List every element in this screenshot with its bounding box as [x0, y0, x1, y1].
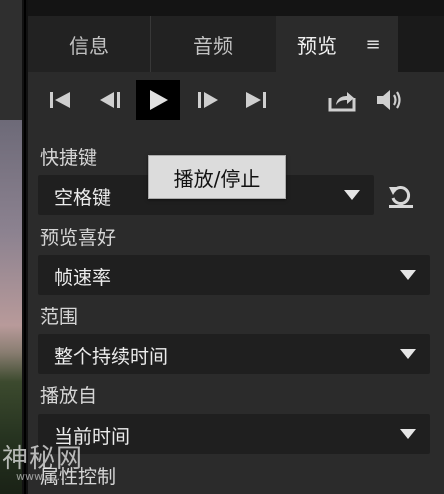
preview-preference-select[interactable]: 帧速率	[38, 255, 430, 295]
shortcut-value: 空格键	[54, 187, 112, 209]
watermark-subtext: www.……	[16, 470, 68, 483]
step-forward-button[interactable]	[188, 80, 228, 120]
shortcut-label: 快捷键	[40, 147, 98, 169]
play-button[interactable]	[136, 80, 180, 120]
export-button[interactable]	[322, 80, 362, 120]
range-select[interactable]: 整个持续时间	[38, 334, 430, 374]
range-label: 范围	[40, 306, 79, 328]
chevron-down-icon	[400, 270, 416, 280]
preview-preference-label: 预览喜好	[40, 227, 117, 249]
chevron-down-icon	[344, 190, 360, 200]
reset-icon	[389, 186, 413, 208]
panel-divider-line	[24, 0, 26, 494]
hamburger-menu-icon[interactable]: ≡	[364, 32, 382, 56]
go-to-start-icon	[50, 92, 70, 108]
tab-audio[interactable]: 音频	[150, 16, 277, 72]
range-value: 整个持续时间	[54, 346, 169, 368]
preview-preference-value: 帧速率	[54, 267, 112, 289]
tab-audio-label: 音频	[193, 33, 233, 58]
chevron-down-icon	[400, 429, 416, 439]
play-icon	[150, 90, 168, 110]
left-panel	[0, 0, 28, 494]
panel-top-edge	[28, 0, 444, 16]
play-from-label: 播放自	[40, 385, 98, 407]
step-back-icon	[100, 92, 120, 108]
volume-icon	[377, 90, 401, 110]
preview-panel: 信息 音频 预览 ≡ 快捷键 空格键 预览喜好 帧速率 范围 整个持续时间 播放…	[28, 0, 444, 494]
go-to-end-button[interactable]	[236, 80, 276, 120]
chevron-down-icon	[400, 349, 416, 359]
step-back-button[interactable]	[90, 80, 130, 120]
tab-info-label: 信息	[69, 33, 109, 58]
step-forward-icon	[198, 92, 218, 108]
volume-button[interactable]	[370, 80, 410, 120]
tab-preview-label: 预览	[297, 33, 337, 58]
tab-bar-empty-area	[398, 16, 444, 72]
tab-bar: 信息 音频 预览 ≡	[28, 16, 444, 72]
reset-shortcut-button[interactable]	[386, 178, 416, 212]
play-from-select[interactable]: 当前时间	[38, 414, 430, 454]
go-to-start-button[interactable]	[40, 80, 80, 120]
play-stop-tooltip: 播放/停止	[148, 155, 286, 199]
go-to-end-icon	[246, 92, 266, 108]
transport-controls	[28, 72, 444, 128]
export-icon	[328, 92, 356, 112]
tab-info[interactable]: 信息	[28, 16, 151, 72]
